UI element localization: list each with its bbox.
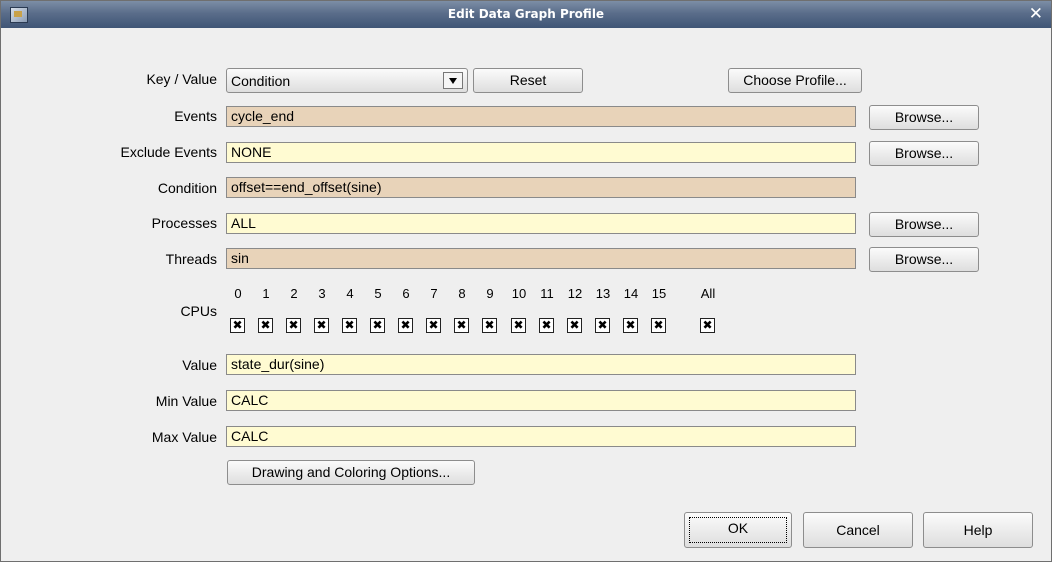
threads-field[interactable]: sin — [226, 248, 856, 269]
chevron-down-icon[interactable] — [443, 72, 463, 89]
cpu-2-checkbox[interactable]: ✖ — [286, 318, 301, 333]
max-value-label: Max Value — [151, 429, 217, 445]
cpu-3-label: 3 — [318, 286, 326, 301]
cpu-all-label: All — [700, 286, 716, 301]
events-browse-button[interactable]: Browse... — [869, 105, 979, 130]
cpu-10-label: 10 — [511, 286, 527, 301]
cpu-5-checkbox[interactable]: ✖ — [370, 318, 385, 333]
cpu-4-checkbox[interactable]: ✖ — [342, 318, 357, 333]
cpus-label: CPUs — [180, 303, 217, 319]
cpu-12-label: 12 — [567, 286, 583, 301]
ok-focus-ring — [689, 517, 787, 543]
max-value-field[interactable]: CALC — [226, 426, 856, 447]
title-bar[interactable]: Edit Data Graph Profile ✕ — [1, 1, 1051, 28]
ok-button[interactable]: OK — [684, 512, 792, 548]
exclude-events-label: Exclude Events — [120, 144, 218, 160]
cpu-2-label: 2 — [290, 286, 298, 301]
processes-browse-button[interactable]: Browse... — [869, 212, 979, 237]
help-button[interactable]: Help — [923, 512, 1033, 548]
cpu-15-checkbox[interactable]: ✖ — [651, 318, 666, 333]
processes-field[interactable]: ALL — [226, 213, 856, 234]
cpu-0-label: 0 — [234, 286, 242, 301]
cpu-3-checkbox[interactable]: ✖ — [314, 318, 329, 333]
cpu-6-checkbox[interactable]: ✖ — [398, 318, 413, 333]
exclude-events-browse-button[interactable]: Browse... — [869, 141, 979, 166]
cpu-7-checkbox[interactable]: ✖ — [426, 318, 441, 333]
cpu-14-label: 14 — [623, 286, 639, 301]
window-title: Edit Data Graph Profile — [447, 7, 605, 21]
events-field[interactable]: cycle_end — [226, 106, 856, 127]
cpu-5-label: 5 — [374, 286, 382, 301]
key-value-selected: Condition — [231, 73, 291, 89]
cpu-8-checkbox[interactable]: ✖ — [454, 318, 469, 333]
condition-label: Condition — [157, 180, 217, 196]
events-label: Events — [174, 108, 217, 124]
exclude-events-field[interactable]: NONE — [226, 142, 856, 163]
cpu-15-label: 15 — [651, 286, 667, 301]
value-field[interactable]: state_dur(sine) — [226, 354, 856, 375]
cancel-button[interactable]: Cancel — [803, 512, 913, 548]
cpu-7-label: 7 — [430, 286, 438, 301]
processes-label: Processes — [151, 215, 217, 231]
threads-browse-button[interactable]: Browse... — [869, 247, 979, 272]
cpu-11-checkbox[interactable]: ✖ — [539, 318, 554, 333]
cpu-9-checkbox[interactable]: ✖ — [482, 318, 497, 333]
reset-button[interactable]: Reset — [473, 68, 583, 93]
dialog-window: Edit Data Graph Profile ✕ Key / Value Co… — [0, 0, 1052, 562]
min-value-field[interactable]: CALC — [226, 390, 856, 411]
close-icon[interactable]: ✕ — [1029, 4, 1043, 24]
value-label: Value — [182, 357, 217, 373]
cpu-9-label: 9 — [486, 286, 494, 301]
threads-label: Threads — [165, 251, 217, 267]
cpu-4-label: 4 — [346, 286, 354, 301]
cpu-all-checkbox[interactable]: ✖ — [700, 318, 715, 333]
cpu-14-checkbox[interactable]: ✖ — [623, 318, 638, 333]
drawing-coloring-options-button[interactable]: Drawing and Coloring Options... — [227, 460, 475, 485]
cpu-1-label: 1 — [262, 286, 270, 301]
cpu-1-checkbox[interactable]: ✖ — [258, 318, 273, 333]
cpu-8-label: 8 — [458, 286, 466, 301]
cpu-13-checkbox[interactable]: ✖ — [595, 318, 610, 333]
cpu-13-label: 13 — [595, 286, 611, 301]
cpu-6-label: 6 — [402, 286, 410, 301]
cpu-10-checkbox[interactable]: ✖ — [511, 318, 526, 333]
choose-profile-button[interactable]: Choose Profile... — [728, 68, 862, 93]
cpu-12-checkbox[interactable]: ✖ — [567, 318, 582, 333]
key-value-select[interactable]: Condition — [226, 68, 468, 93]
min-value-label: Min Value — [155, 393, 217, 409]
condition-field[interactable]: offset==end_offset(sine) — [226, 177, 856, 198]
key-value-label: Key / Value — [146, 71, 217, 87]
cpu-0-checkbox[interactable]: ✖ — [230, 318, 245, 333]
cpu-11-label: 11 — [540, 286, 554, 301]
